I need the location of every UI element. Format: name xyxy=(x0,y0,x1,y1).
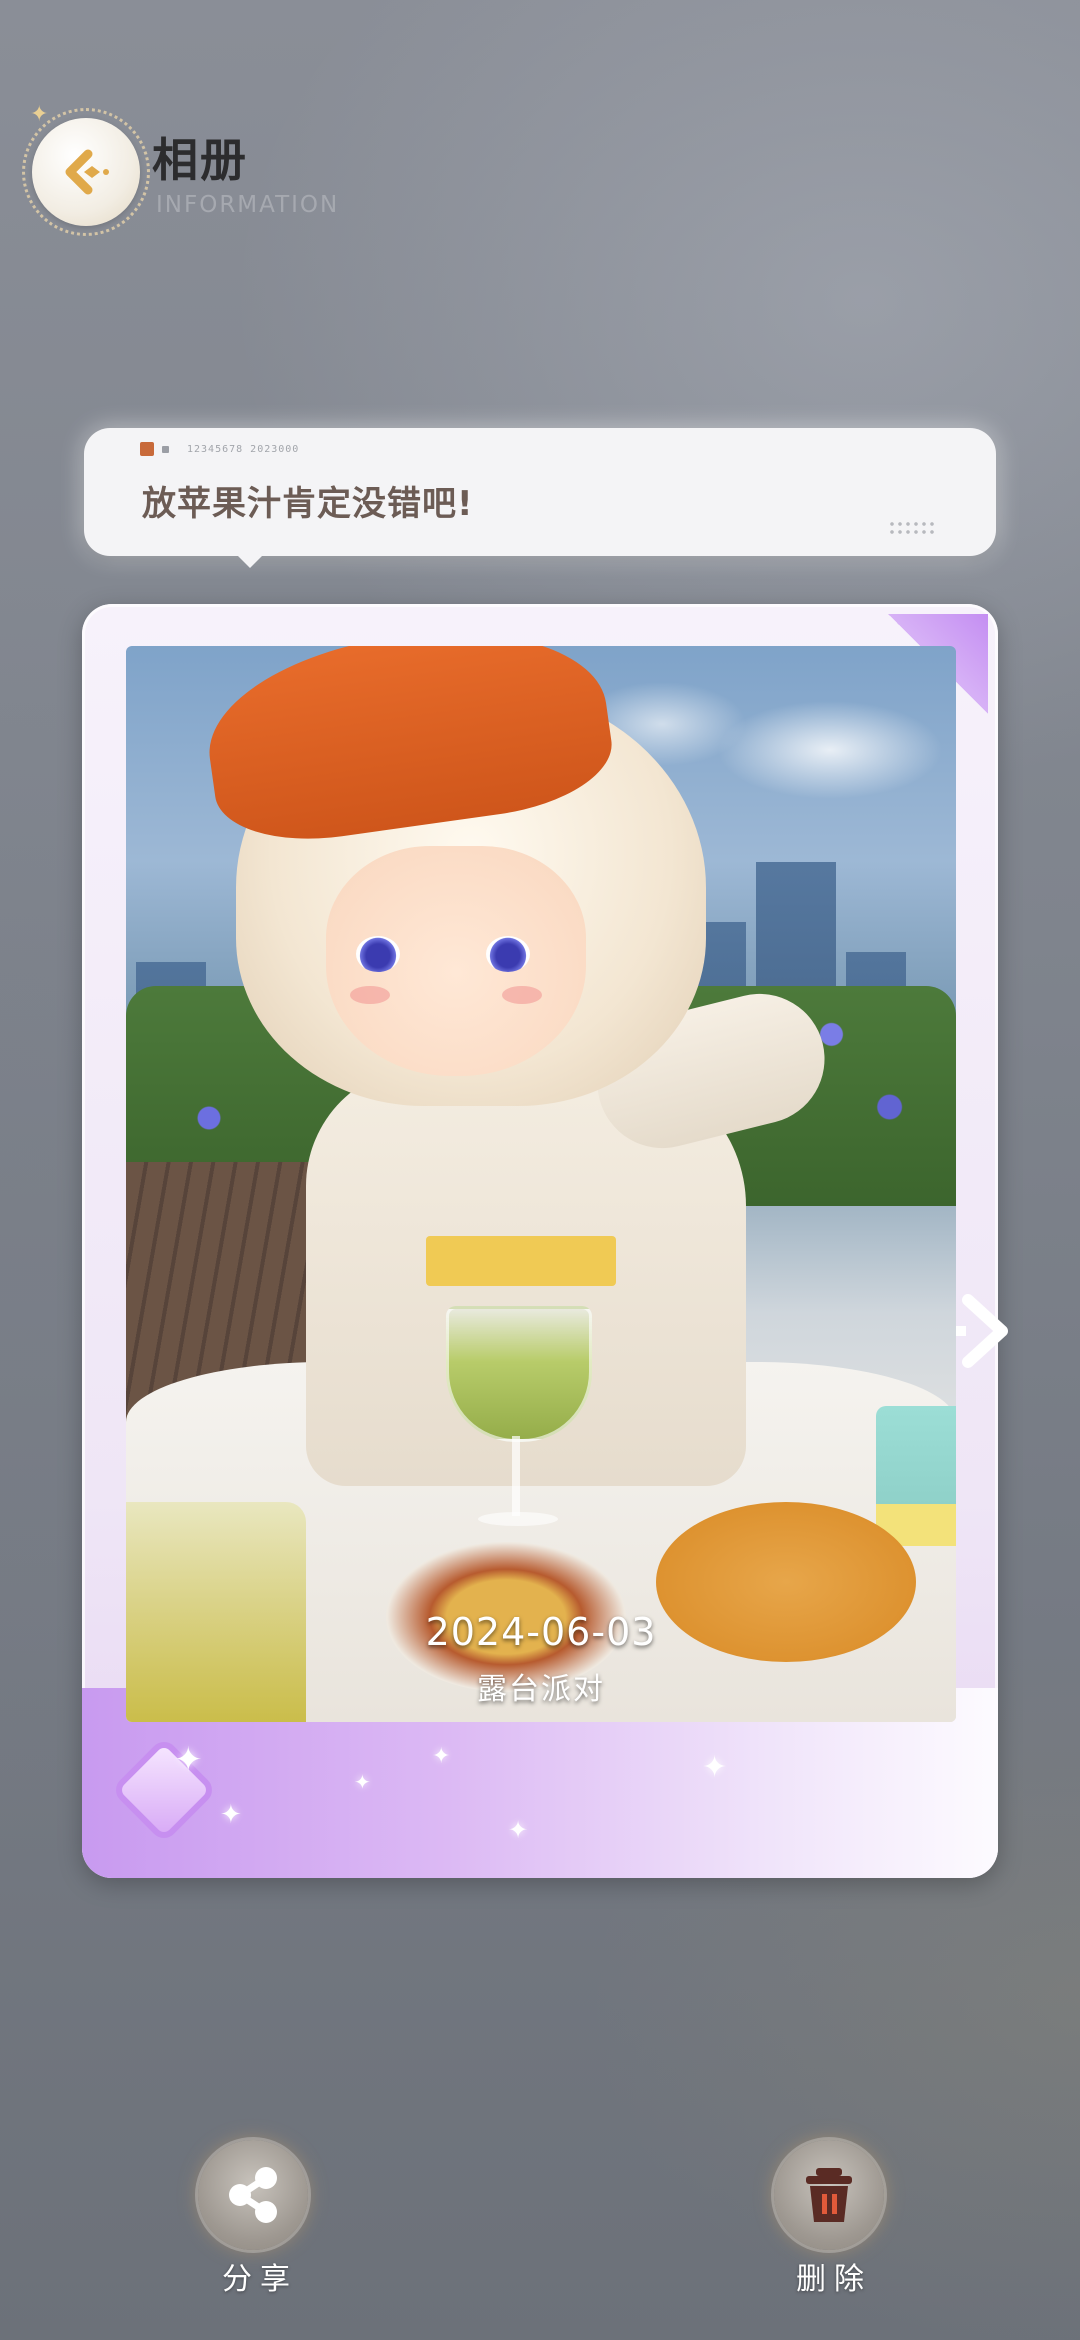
sparkle-icon: ✦ xyxy=(354,1770,371,1794)
bubble-code: 12345678 2023000 xyxy=(187,443,300,455)
share-label[interactable]: 分享 xyxy=(222,2254,298,2298)
sparkle-icon: ✦ xyxy=(432,1744,451,1769)
photo-title: 露台派对 xyxy=(477,1672,605,1707)
sparkle-icon: ✦ xyxy=(174,1740,203,1780)
dot-icon xyxy=(162,445,169,453)
trash-icon xyxy=(806,2168,852,2222)
photo-image[interactable]: 2024-06-03 露台派对 xyxy=(126,646,956,1722)
back-button[interactable] xyxy=(22,108,150,236)
app-mark-icon xyxy=(140,442,154,456)
bubble-tail xyxy=(236,554,264,568)
chevron-right-icon xyxy=(956,1294,1008,1368)
share-icon xyxy=(229,2167,277,2223)
sparkle-icon: ✦ xyxy=(220,1800,242,1830)
sparkle-icon: ✦ xyxy=(702,1750,728,1785)
bubble-meta: 12345678 2023000 xyxy=(140,442,299,456)
chevron-left-icon xyxy=(65,149,109,195)
photo-eye xyxy=(486,936,530,972)
delete-button[interactable] xyxy=(774,2140,884,2250)
photo-hoodie-logo xyxy=(426,1236,616,1286)
caption-text: 放苹果汁肯定没错吧! xyxy=(142,484,474,524)
delete-label[interactable]: 删除 xyxy=(796,2254,872,2298)
photo-face xyxy=(326,846,586,1076)
sparkle-icon: ✦ xyxy=(508,1816,529,1844)
next-photo-button[interactable] xyxy=(950,1286,1020,1376)
photo-date: 2024-06-03 xyxy=(425,1610,657,1654)
photo-eye xyxy=(356,936,400,972)
photo-card[interactable]: 2024-06-03 露台派对 ✦ ✦ ✦ ✦ ✦ ✦ xyxy=(82,604,998,1878)
photo-blush xyxy=(350,986,390,1004)
share-button[interactable] xyxy=(198,2140,308,2250)
photo-cup xyxy=(876,1406,956,1546)
dot-grid-decoration xyxy=(888,520,936,536)
photo-glass-base xyxy=(478,1512,558,1526)
back-button-face xyxy=(32,118,140,226)
page-title: 相册 xyxy=(152,133,248,187)
caption-bubble: 12345678 2023000 放苹果汁肯定没错吧! xyxy=(84,428,996,556)
photo-glass-stem xyxy=(512,1436,520,1516)
photo-glass xyxy=(446,1306,592,1442)
photo-blush xyxy=(502,986,542,1004)
page-subtitle: INFORMATION xyxy=(156,192,340,218)
